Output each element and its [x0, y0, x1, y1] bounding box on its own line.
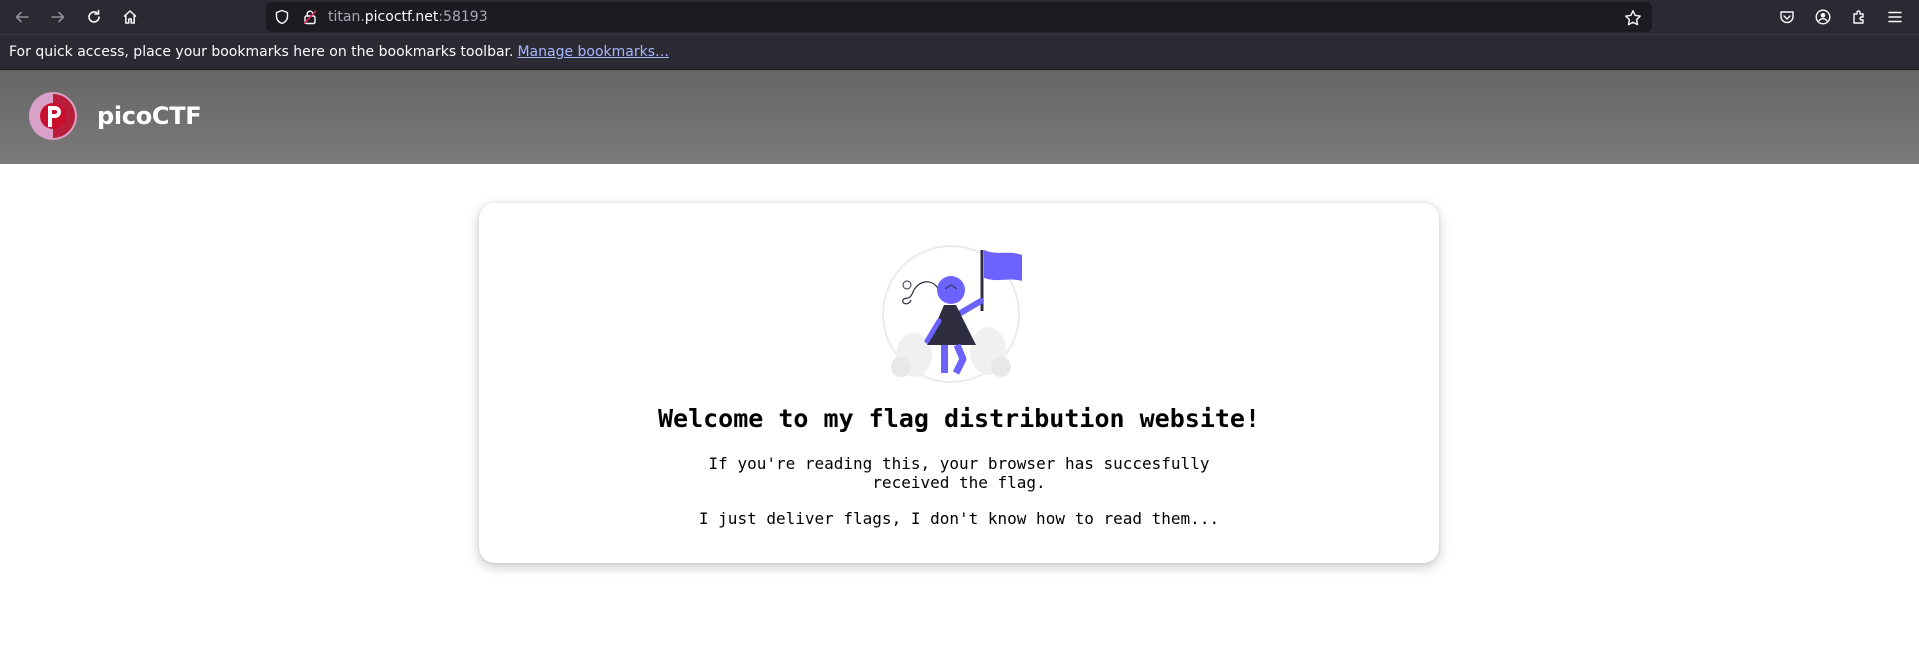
extensions-button[interactable]: [1848, 6, 1870, 28]
home-button[interactable]: [118, 5, 142, 29]
shield-icon[interactable]: [274, 9, 290, 25]
extensions-icon: [1853, 10, 1864, 24]
url-port: :58193: [438, 9, 488, 25]
welcome-heading: Welcome to my flag distribution website!: [657, 404, 1261, 433]
forward-button[interactable]: [46, 5, 70, 29]
home-icon: [123, 10, 137, 24]
pocket-button[interactable]: [1776, 6, 1798, 28]
reload-button[interactable]: [82, 5, 106, 29]
manage-bookmarks-link[interactable]: Manage bookmarks…: [517, 44, 669, 60]
url-bar[interactable]: titan.picoctf.net:58193: [266, 2, 1652, 32]
menu-icon: [1888, 11, 1902, 23]
deliver-flags-text: I just deliver flags, I don't know how t…: [698, 509, 1220, 528]
welcome-card: Welcome to my flag distribution website!…: [479, 203, 1439, 563]
star-icon[interactable]: [1624, 9, 1642, 27]
menu-button[interactable]: [1884, 6, 1906, 28]
back-button[interactable]: [10, 5, 34, 29]
picoctf-logo-icon[interactable]: [29, 92, 77, 140]
url-text[interactable]: titan.picoctf.net:58193: [328, 9, 488, 25]
bookmarks-toolbar: For quick access, place your bookmarks h…: [0, 34, 1919, 70]
brand-name[interactable]: picoCTF: [97, 102, 202, 130]
reload-icon: [88, 9, 100, 23]
account-button[interactable]: [1812, 6, 1834, 28]
lock-icon[interactable]: [302, 9, 318, 25]
forward-icon: [51, 11, 65, 23]
flag-illustration-icon: [882, 245, 1022, 383]
bookmarks-message: For quick access, place your bookmarks h…: [9, 44, 514, 60]
back-icon: [15, 11, 29, 23]
received-flag-text: If you're reading this, your browser has…: [708, 454, 1210, 492]
url-host-domain: picoctf.net: [364, 9, 439, 25]
url-host-prefix: titan.: [328, 9, 365, 25]
account-icon: [1815, 9, 1831, 25]
browser-toolbar: titan.picoctf.net:58193: [0, 0, 1919, 34]
pocket-icon: [1780, 11, 1794, 24]
site-header: picoCTF: [0, 70, 1919, 164]
